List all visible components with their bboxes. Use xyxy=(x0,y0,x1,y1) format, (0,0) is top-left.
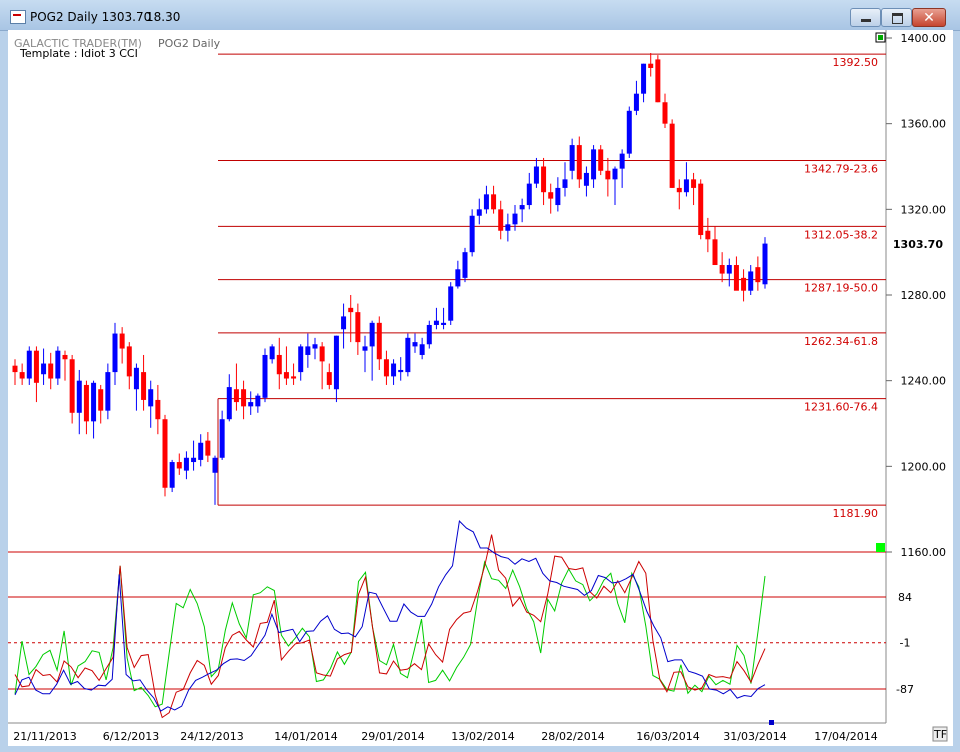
symbol-label: POG2 Daily xyxy=(158,37,221,50)
date-tick-label: 24/12/2013 xyxy=(180,730,243,743)
chart-app-icon[interactable] xyxy=(10,10,26,24)
minimize-button[interactable] xyxy=(850,8,881,27)
close-button[interactable]: ✕ xyxy=(912,8,946,27)
price-tick-label: 1280.00 xyxy=(901,289,947,302)
candle[interactable] xyxy=(405,333,411,377)
cci-tick-label: -1 xyxy=(900,637,911,650)
price-tick-label: 1320.00 xyxy=(901,203,947,216)
tf-button-label: TF xyxy=(933,728,947,741)
retracement-label: 1287.19-50.0 xyxy=(804,282,878,295)
candle[interactable] xyxy=(448,282,454,325)
price-tick-label: 1240.00 xyxy=(901,375,947,388)
date-tick-label: 16/03/2014 xyxy=(636,730,699,743)
price-tick-label: 1360.00 xyxy=(901,118,947,131)
date-tick-label: 13/02/2014 xyxy=(451,730,514,743)
price-tick-label: 1200.00 xyxy=(901,460,947,473)
window-title-change: 18.30 xyxy=(146,10,181,24)
date-tick-label: 29/01/2014 xyxy=(361,730,424,743)
price-tick-label: 1160.00 xyxy=(901,546,947,559)
close-icon: ✕ xyxy=(923,10,935,26)
panel-toggle-icon xyxy=(878,35,883,40)
date-tick-label: 28/02/2014 xyxy=(541,730,604,743)
candle[interactable] xyxy=(655,55,661,103)
cci-panel-marker[interactable] xyxy=(876,543,885,552)
candle[interactable] xyxy=(469,209,475,257)
window-titlebar: POG2 Daily 1303.70 18.30 ✕ xyxy=(0,0,960,31)
candle[interactable] xyxy=(762,237,768,289)
retracement-label: 1231.60-76.4 xyxy=(804,401,878,414)
price-tick-label: 1400.00 xyxy=(901,32,947,45)
retracement-label: 1262.34-61.8 xyxy=(804,335,878,348)
time-cursor-marker[interactable] xyxy=(769,720,774,725)
date-tick-label: 31/03/2014 xyxy=(723,730,786,743)
retracement-label: 1181.90 xyxy=(833,507,879,520)
price-chart[interactable]: GALACTIC TRADER(TM) POG2 Daily Template … xyxy=(8,30,953,746)
candle[interactable] xyxy=(598,145,604,176)
window-title: POG2 Daily 1303.70 xyxy=(30,10,152,24)
date-tick-label: 17/04/2014 xyxy=(814,730,877,743)
candle[interactable] xyxy=(626,106,632,158)
retracement-label: 1312.05-38.2 xyxy=(804,228,878,241)
retracement-label: 1342.79-23.6 xyxy=(804,163,878,176)
candle[interactable] xyxy=(698,179,704,240)
candle[interactable] xyxy=(669,119,675,188)
cci-tick-label: -87 xyxy=(896,683,914,696)
cci-tick-label: 84 xyxy=(898,591,912,604)
candle[interactable] xyxy=(462,247,468,283)
date-tick-label: 6/12/2013 xyxy=(103,730,159,743)
candle[interactable] xyxy=(169,459,175,493)
date-tick-label: 14/01/2014 xyxy=(274,730,337,743)
maximize-button[interactable] xyxy=(881,8,912,27)
candle[interactable] xyxy=(162,414,168,497)
template-label: Template : Idiot 3 CCI xyxy=(19,47,138,60)
date-tick-label: 21/11/2013 xyxy=(13,730,76,743)
candle[interactable] xyxy=(262,348,268,403)
chart-panel[interactable]: GALACTIC TRADER(TM) POG2 Daily Template … xyxy=(8,30,953,746)
current-price-label: 1303.70 xyxy=(893,238,943,251)
retracement-label: 1392.50 xyxy=(833,56,879,69)
